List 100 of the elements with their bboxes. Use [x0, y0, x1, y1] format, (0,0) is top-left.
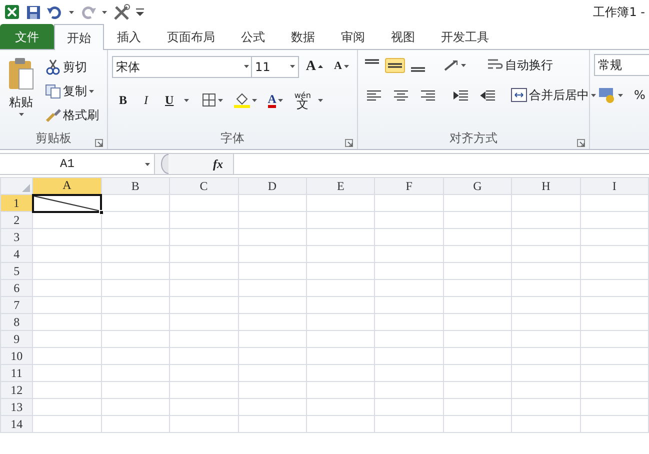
fill-handle[interactable] — [99, 210, 104, 214]
paint-bucket-icon — [234, 92, 250, 108]
column-header[interactable]: E — [306, 178, 375, 194]
merge-center-button[interactable]: 合并后居中 — [507, 84, 600, 106]
formula-input-field[interactable] — [233, 154, 649, 174]
phonetic-guide-button[interactable]: wén 文 — [290, 90, 315, 110]
caret-icon[interactable] — [184, 98, 189, 102]
row-header[interactable]: 14 — [0, 416, 33, 432]
align-top-icon — [365, 58, 379, 64]
row-header[interactable]: 11 — [0, 364, 33, 382]
scissors-icon — [45, 59, 61, 75]
align-left-icon — [366, 88, 382, 102]
column-header[interactable]: D — [238, 178, 306, 194]
column-header[interactable]: F — [374, 178, 444, 194]
group-label: 剪贴板 — [36, 131, 72, 145]
italic-button[interactable]: I — [137, 89, 156, 111]
grow-font-button[interactable]: A — [302, 54, 328, 79]
column-header[interactable]: B — [101, 178, 170, 194]
column-header[interactable]: G — [443, 178, 512, 194]
row-header[interactable]: 5 — [0, 262, 33, 280]
group-label: 字体 — [220, 131, 244, 145]
row-header[interactable]: 2 — [0, 212, 33, 228]
number-format-field[interactable]: 常规 — [594, 54, 649, 76]
bold-button[interactable]: B — [112, 89, 134, 111]
column-header[interactable]: H — [512, 178, 580, 194]
percent-button[interactable]: % — [630, 84, 649, 106]
save-icon[interactable] — [26, 4, 41, 20]
brush-icon — [45, 107, 61, 123]
align-right-icon — [420, 88, 436, 102]
font-name-field[interactable]: 宋体 — [112, 56, 254, 78]
customize-toolbar-icon[interactable] — [136, 7, 144, 17]
clipboard-icon — [7, 57, 35, 91]
column-header[interactable]: C — [170, 178, 238, 194]
undo-icon[interactable] — [47, 5, 63, 19]
caret-icon — [591, 94, 596, 96]
column-header[interactable]: A — [32, 178, 102, 194]
row-header[interactable]: 4 — [0, 246, 33, 262]
wrap-text-icon — [487, 58, 503, 72]
row-header[interactable]: 13 — [0, 398, 33, 416]
formula-bar-handle-icon — [161, 154, 169, 174]
caret-icon — [89, 90, 94, 92]
ribbon-tab[interactable]: 数据 — [278, 24, 328, 49]
down-caret-icon — [344, 65, 349, 68]
font-size-field[interactable]: 11 — [251, 56, 299, 78]
row-header[interactable]: 7 — [0, 296, 33, 314]
insert-function-button[interactable]: fx — [209, 153, 227, 175]
column-header[interactable]: I — [580, 178, 648, 194]
ribbon-tab[interactable]: 开始 — [54, 24, 104, 50]
ribbon-tab[interactable]: 审阅 — [328, 24, 378, 49]
tools-icon[interactable] — [113, 4, 130, 20]
caret-icon[interactable] — [102, 10, 107, 14]
ribbon-tab[interactable]: 插入 — [104, 24, 154, 49]
name-box[interactable]: A1 — [0, 154, 155, 174]
dialog-launcher-icon[interactable] — [345, 138, 353, 147]
ribbon-tab[interactable]: 视图 — [378, 24, 428, 49]
ribbon-tab[interactable]: 开发工具 — [428, 24, 502, 49]
file-tab[interactable]: 文件 — [0, 24, 54, 49]
row-header[interactable]: 8 — [0, 314, 33, 330]
row-header[interactable]: 12 — [0, 382, 33, 398]
dialog-launcher-icon[interactable] — [577, 138, 585, 147]
align-middle-icon — [388, 62, 402, 68]
copy-button[interactable]: 复制 — [41, 80, 103, 102]
spreadsheet-logo-icon — [4, 4, 20, 20]
increase-indent-icon — [480, 88, 496, 102]
caret-icon[interactable] — [318, 98, 323, 102]
format-painter-button[interactable]: 格式刷 — [41, 104, 103, 126]
cut-button[interactable]: 剪切 — [41, 56, 103, 78]
caret-icon — [218, 98, 223, 102]
group-label: 对齐方式 — [450, 131, 498, 145]
caret-icon — [278, 98, 284, 102]
font-color-button[interactable]: A — [264, 90, 288, 110]
caret-icon — [18, 113, 24, 116]
align-bottom-icon — [411, 66, 425, 72]
copy-icon — [45, 83, 61, 99]
dialog-launcher-icon[interactable] — [95, 138, 103, 147]
borders-icon — [202, 93, 216, 107]
wrap-text-button[interactable]: 自动换行 — [483, 54, 557, 76]
row-header[interactable]: 1 — [0, 194, 33, 212]
ribbon-tab[interactable]: 公式 — [228, 24, 278, 49]
paste-button[interactable]: 粘贴 — [4, 54, 38, 126]
merge-cells-icon — [511, 88, 527, 102]
row-header[interactable]: 3 — [0, 228, 33, 246]
decrease-indent-icon — [453, 88, 469, 102]
caret-icon — [618, 94, 623, 96]
align-center-icon — [393, 88, 409, 102]
caret-icon[interactable] — [145, 162, 150, 166]
underline-button[interactable]: U — [158, 89, 181, 111]
window-title: 工作簿1 - — [593, 4, 645, 21]
caret-icon[interactable] — [244, 65, 250, 68]
row-header[interactable]: 10 — [0, 348, 33, 364]
caret-icon[interactable] — [69, 10, 74, 14]
caret-icon — [461, 64, 466, 66]
ribbon-tab[interactable]: 页面布局 — [154, 24, 228, 49]
row-header[interactable]: 9 — [0, 330, 33, 348]
shrink-font-button[interactable]: A — [330, 56, 353, 77]
row-header[interactable]: 6 — [0, 280, 33, 296]
caret-icon[interactable] — [290, 65, 295, 68]
up-caret-icon — [318, 65, 324, 68]
vertical-align-button[interactable] — [385, 58, 405, 72]
caret-icon — [252, 98, 257, 102]
